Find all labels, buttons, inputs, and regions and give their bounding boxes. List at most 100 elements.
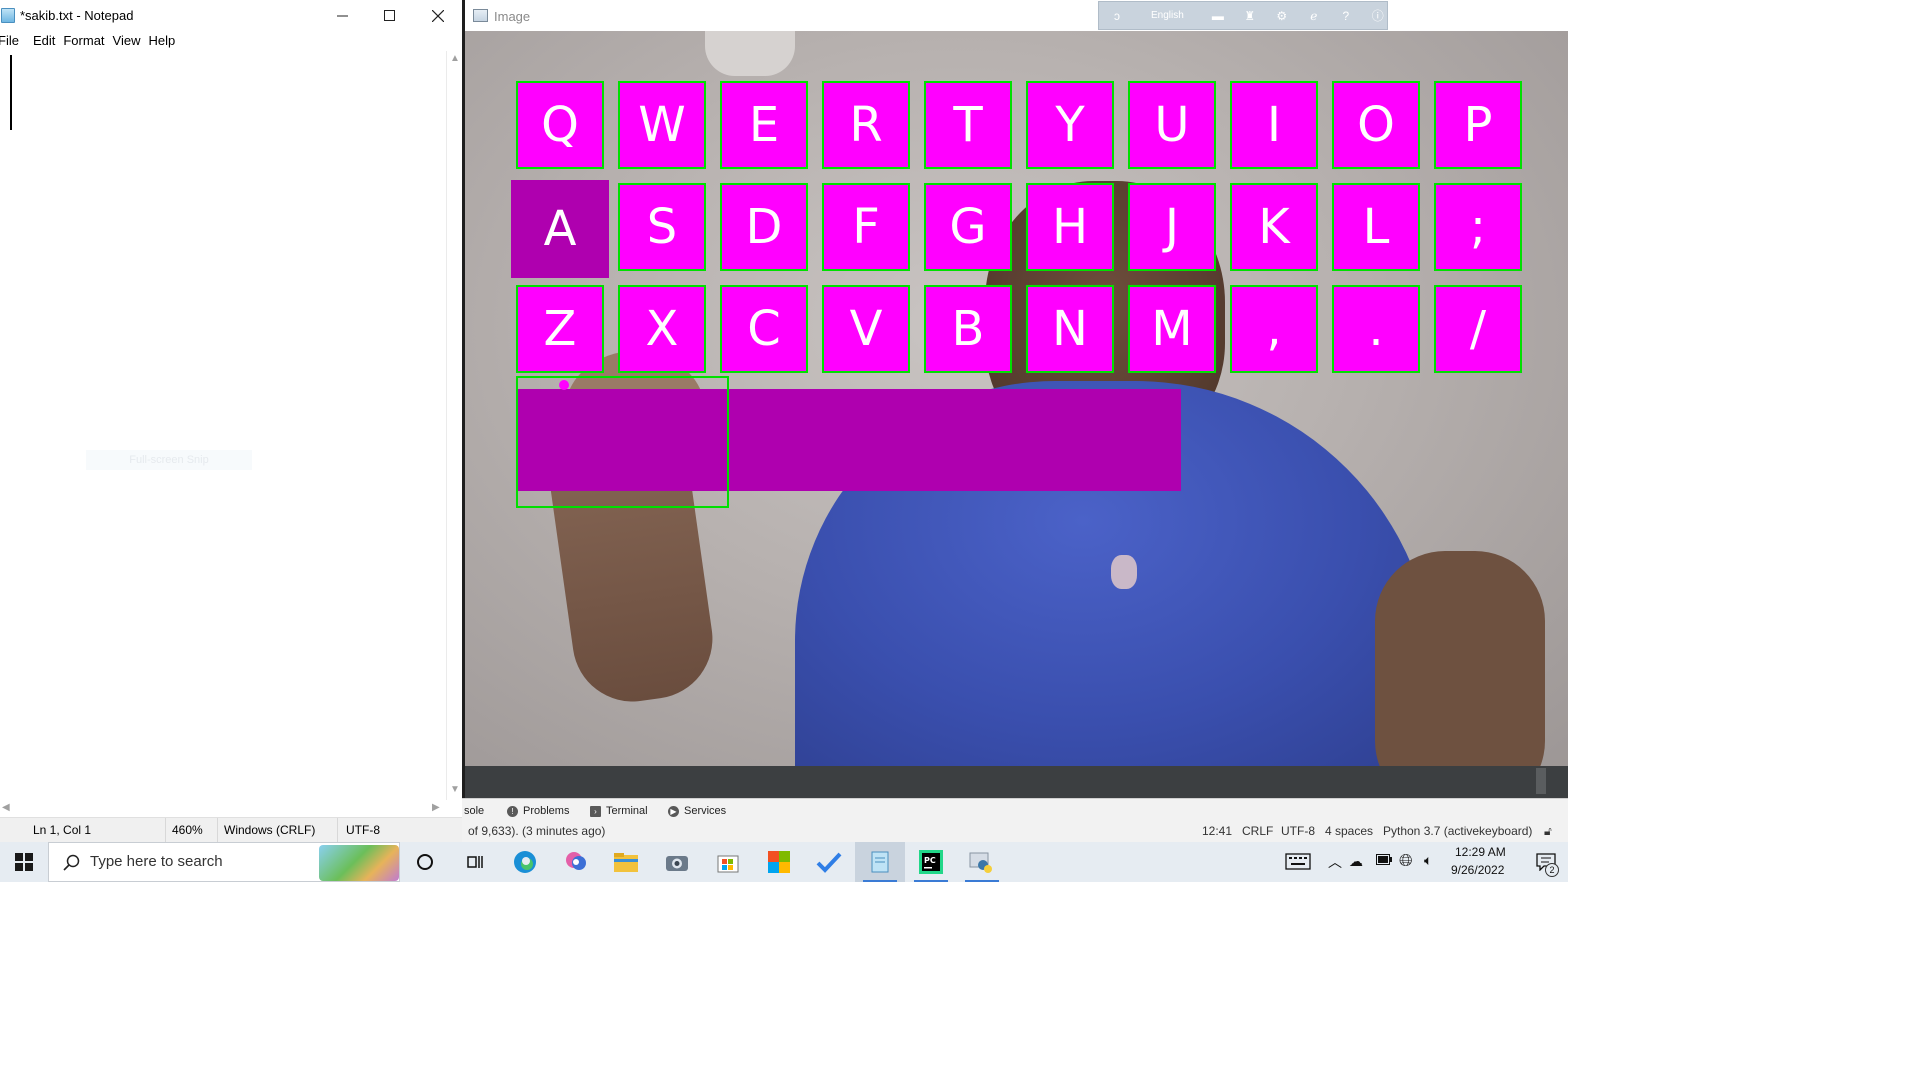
menu-help[interactable]: Help: [144, 31, 179, 51]
shirt-logo: [1111, 555, 1137, 589]
key-P[interactable]: P: [1434, 81, 1522, 169]
horizontal-scrollbar[interactable]: ◀ ▶: [0, 800, 446, 816]
key-H[interactable]: H: [1026, 183, 1114, 271]
key-L[interactable]: L: [1332, 183, 1420, 271]
active-indicator: [914, 880, 948, 882]
key-Q[interactable]: Q: [516, 81, 604, 169]
person-arm: [1375, 551, 1545, 766]
help-icon[interactable]: ?: [1338, 8, 1354, 24]
tab-label: Problems: [523, 805, 570, 817]
scroll-left-icon[interactable]: ◀: [2, 802, 10, 813]
caret-position[interactable]: 12:41: [1202, 824, 1232, 838]
onedrive-icon[interactable]: ☁: [1349, 853, 1363, 870]
key-F[interactable]: F: [822, 183, 910, 271]
key-E[interactable]: E: [720, 81, 808, 169]
taskbar-app-office[interactable]: [754, 842, 804, 882]
key-W[interactable]: W: [618, 81, 706, 169]
key-R[interactable]: R: [822, 81, 910, 169]
indent-setting[interactable]: 4 spaces: [1325, 824, 1373, 838]
file-encoding[interactable]: UTF-8: [1281, 824, 1315, 838]
touch-keyboard-button[interactable]: [1285, 853, 1311, 873]
key-Y[interactable]: Y: [1026, 81, 1114, 169]
taskbar-app-notepad[interactable]: [855, 842, 905, 882]
tab-problems[interactable]: ! Problems: [507, 805, 569, 817]
key-V[interactable]: V: [822, 285, 910, 373]
edit-icon[interactable]: ℯ: [1306, 8, 1322, 24]
image-titlebar[interactable]: Image ↄ English ▬ ♜ ⚙ ℯ ? ⓘ: [465, 0, 1568, 31]
lock-icon[interactable]: 🔓︎: [1544, 824, 1552, 839]
scroll-up-icon[interactable]: ▲: [450, 53, 460, 64]
key-N[interactable]: N: [1026, 285, 1114, 373]
key-K[interactable]: K: [1230, 183, 1318, 271]
menu-view[interactable]: View: [109, 31, 145, 51]
key-J[interactable]: J: [1128, 183, 1216, 271]
key-O[interactable]: O: [1332, 81, 1420, 169]
task-view-button[interactable]: [450, 842, 500, 882]
close-button[interactable]: [414, 0, 461, 31]
taskbar-search[interactable]: Type here to search: [48, 842, 400, 882]
taskbar-app-camera[interactable]: [652, 842, 702, 882]
clock-date[interactable]: 9/26/2022: [1451, 863, 1504, 877]
taskbar-app-pycharm[interactable]: PC: [906, 842, 956, 882]
ime-logo-icon[interactable]: ↄ: [1109, 8, 1125, 24]
key-I[interactable]: I: [1230, 81, 1318, 169]
taskbar: Type here to search PC ︿ ☁ 🌐︎ 🔈︎ 12:29 A…: [0, 842, 1568, 882]
key-U[interactable]: U: [1128, 81, 1216, 169]
key-/[interactable]: /: [1434, 285, 1522, 373]
menu-format[interactable]: Format: [59, 31, 108, 51]
vertical-scrollbar[interactable]: ▲ ▼: [446, 51, 462, 800]
key-D[interactable]: D: [720, 183, 808, 271]
key-,[interactable]: ,: [1230, 285, 1318, 373]
notepad-titlebar[interactable]: *sakib.txt - Notepad: [0, 0, 462, 31]
key-.[interactable]: .: [1332, 285, 1420, 373]
taskbar-app-store[interactable]: [703, 842, 753, 882]
key-M[interactable]: M: [1128, 285, 1216, 373]
cortana-button[interactable]: [400, 842, 450, 882]
taskbar-app-snip[interactable]: [551, 842, 601, 882]
key-G[interactable]: G: [924, 183, 1012, 271]
scroll-right-icon[interactable]: ▶: [432, 802, 440, 813]
key-B[interactable]: B: [924, 285, 1012, 373]
chevron-up-icon[interactable]: ︿: [1328, 852, 1342, 872]
line-separator[interactable]: CRLF: [1242, 824, 1273, 838]
keyboard-icon[interactable]: ▬: [1210, 8, 1226, 24]
tab-services[interactable]: ▶ Services: [668, 805, 726, 817]
maximize-button[interactable]: [366, 0, 413, 31]
key-C[interactable]: C: [720, 285, 808, 373]
key-;[interactable]: ;: [1434, 183, 1522, 271]
taskbar-app-edge[interactable]: [500, 842, 550, 882]
info-icon[interactable]: ⓘ: [1370, 8, 1386, 24]
key-S[interactable]: S: [618, 183, 706, 271]
scroll-down-icon[interactable]: ▼: [450, 784, 460, 795]
clock-time[interactable]: 12:29 AM: [1455, 845, 1506, 859]
tab-terminal[interactable]: › Terminal: [590, 805, 648, 817]
ime-language[interactable]: English: [1141, 10, 1194, 21]
taskbar-app-file-explorer[interactable]: [601, 842, 651, 882]
network-icon[interactable]: 🌐︎: [1399, 851, 1413, 871]
text-editor[interactable]: [0, 51, 447, 800]
status-message[interactable]: of 9,633). (3 minutes ago): [468, 824, 605, 838]
search-highlight-image[interactable]: [319, 845, 399, 881]
start-button[interactable]: [0, 842, 48, 882]
key-A[interactable]: A: [511, 180, 609, 278]
brush-icon[interactable]: ♜: [1242, 8, 1258, 24]
python-interpreter[interactable]: Python 3.7 (activekeyboard): [1383, 824, 1532, 838]
key-T[interactable]: T: [924, 81, 1012, 169]
notification-center-button[interactable]: [1524, 842, 1568, 882]
key-X[interactable]: X: [618, 285, 706, 373]
window-title: *sakib.txt - Notepad: [20, 8, 134, 23]
taskbar-app-todo[interactable]: [804, 842, 854, 882]
gear-icon[interactable]: ⚙: [1274, 8, 1290, 24]
status-divider: [337, 818, 338, 843]
taskbar-app-python[interactable]: [957, 842, 1007, 882]
battery-icon[interactable]: [1376, 854, 1392, 868]
key-Z[interactable]: Z: [516, 285, 604, 373]
menu-file[interactable]: File: [0, 31, 23, 51]
tab-console[interactable]: sole: [464, 805, 484, 817]
ime-toolbar[interactable]: ↄ English ▬ ♜ ⚙ ℯ ? ⓘ: [1098, 1, 1388, 30]
ide-scrollbar[interactable]: [1536, 768, 1546, 794]
menu-edit[interactable]: Edit: [29, 31, 59, 51]
volume-icon[interactable]: 🔈︎: [1424, 852, 1432, 869]
ide-statusbar: of 9,633). (3 minutes ago) 12:41 CRLF UT…: [462, 822, 1568, 842]
minimize-button[interactable]: [319, 0, 366, 31]
